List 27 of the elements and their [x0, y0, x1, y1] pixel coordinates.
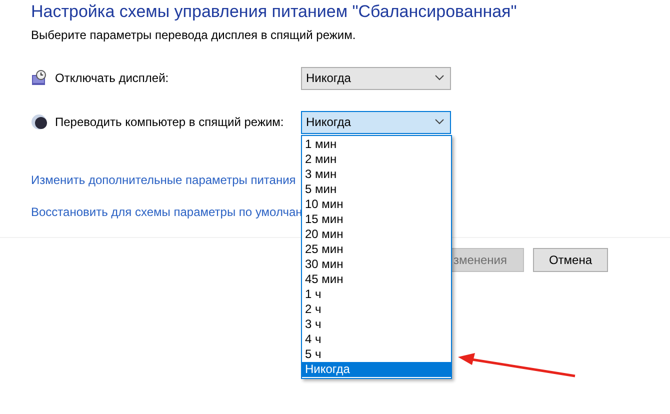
dropdown-option[interactable]: 45 мин — [302, 272, 451, 287]
dropdown-option[interactable]: 1 мин — [302, 137, 451, 152]
dropdown-option[interactable]: Никогда — [302, 362, 451, 377]
page-title: Настройка схемы управления питанием "Сбалансированная" — [30, 1, 518, 22]
moon-icon — [31, 114, 47, 130]
dropdown-option[interactable]: 5 ч — [302, 347, 451, 362]
cancel-button[interactable]: Отмена — [533, 248, 608, 272]
dropdown-option[interactable]: 1 ч — [302, 287, 451, 302]
dropdown-option[interactable]: 2 мин — [302, 152, 451, 167]
instruction-text: Выберите параметры перевода дисплея в спящий режим. — [30, 27, 357, 42]
dropdown-option[interactable]: 3 ч — [302, 317, 451, 332]
dropdown-option[interactable]: 2 ч — [302, 302, 451, 317]
dropdown-option[interactable]: 10 мин — [302, 197, 451, 212]
link[interactable]: Изменить дополнительные параметры питания — [0, 173, 296, 187]
dropdown-option[interactable]: 4 ч — [302, 332, 451, 347]
monitor-clock-icon — [31, 70, 47, 86]
dropdown-option[interactable]: 20 мин — [302, 227, 451, 242]
dropdown[interactable]: Никогда — [301, 110, 451, 134]
setting-label: Переводить компьютер в спящий режим: — [54, 114, 285, 131]
dropdown-option[interactable]: 15 мин — [302, 212, 451, 227]
setting-label: Отключать дисплей: — [54, 70, 170, 87]
dropdown-option[interactable]: 3 мин — [302, 167, 451, 182]
link[interactable]: Восстановить для схемы параметры по умолчан — [0, 204, 302, 218]
dropdown[interactable]: Никогда — [301, 66, 451, 90]
chevron-icon — [435, 75, 444, 81]
dropdown-option[interactable]: 5 мин — [302, 182, 451, 197]
chevron-icon — [435, 119, 444, 125]
